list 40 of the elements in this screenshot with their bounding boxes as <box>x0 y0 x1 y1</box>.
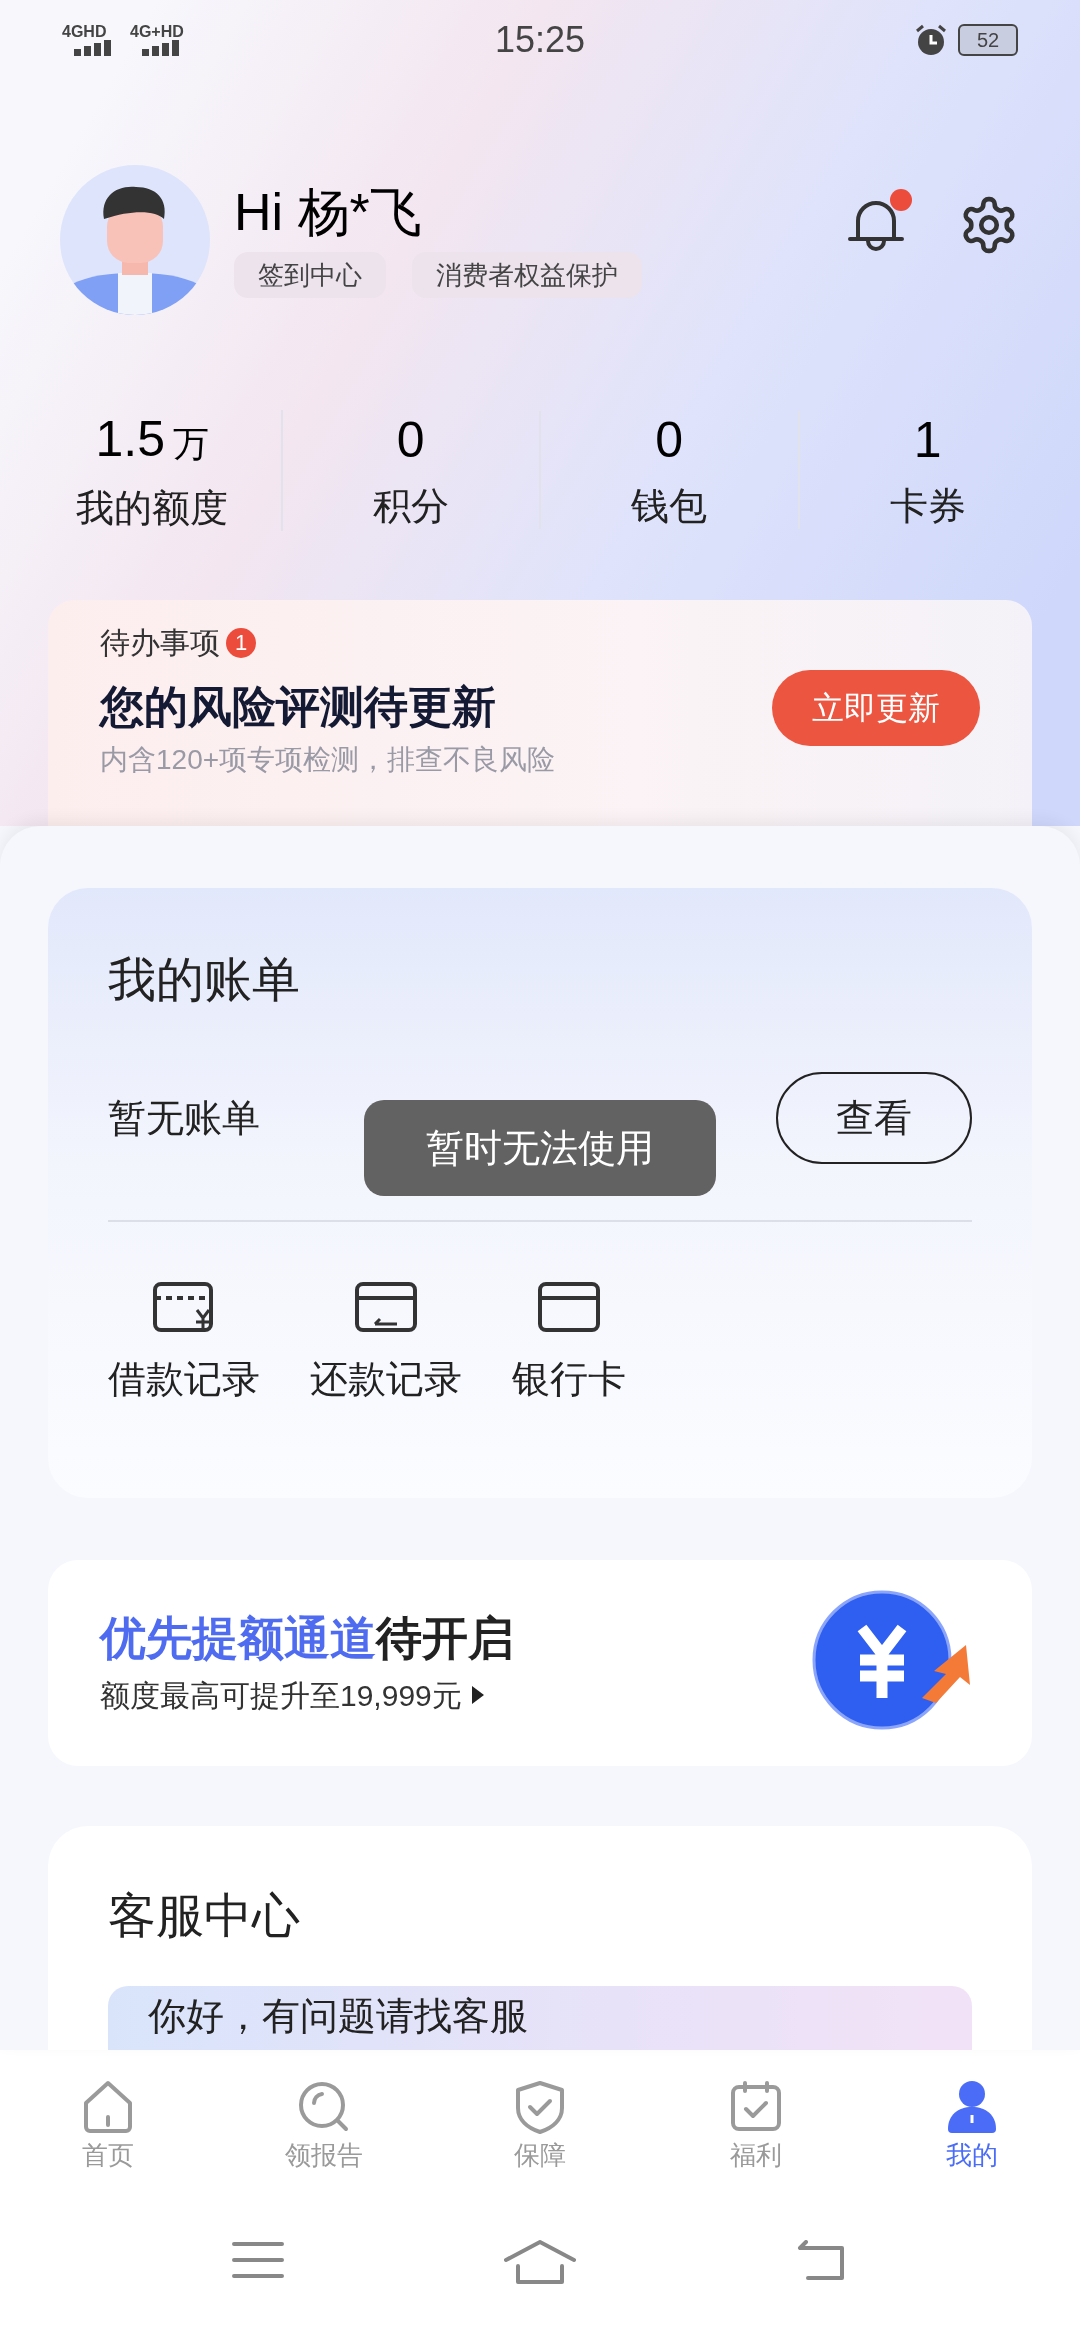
promo-subtitle: 额度最高可提升至19,999元 <box>100 1677 462 1714</box>
battery-indicator: 52 <box>958 24 1018 56</box>
clock-time: 15:25 <box>494 18 586 62</box>
profile-link-chip[interactable]: 消费者权益保护 <box>412 252 642 298</box>
bill-action[interactable]: 还款记录 <box>310 1280 462 1402</box>
profile-link-chip[interactable]: 签到中心 <box>234 252 386 298</box>
nav-tab[interactable]: 我的 <box>864 2079 1080 2171</box>
bill-action[interactable]: 银行卡 <box>512 1280 626 1402</box>
network-label: 4GHD <box>62 24 107 40</box>
stat-label: 我的额度 <box>76 485 229 531</box>
stat-label: 钱包 <box>631 484 708 529</box>
service-banner[interactable]: 你好，有问题请找客服 <box>108 1986 972 2050</box>
stat-value: 1 <box>913 411 942 469</box>
todo-label: 待办事项 <box>100 625 220 661</box>
stat-value: 1.5 <box>95 409 165 468</box>
promo-title-highlight: 优先提额通道 <box>100 1610 376 1666</box>
stat-label: 卡券 <box>889 484 966 529</box>
alarm-icon <box>914 23 948 57</box>
view-button[interactable]: 查看 <box>776 1072 972 1164</box>
todo-subtitle: 内含120+项专项检测，排查不良风险 <box>100 743 557 777</box>
promo-title: 待开启 <box>376 1610 514 1666</box>
bill-title: 我的账单 <box>108 952 301 1008</box>
stat-label: 积分 <box>372 484 449 529</box>
bill-status: 暂无账单 <box>108 1095 260 1141</box>
service-title: 客服中心 <box>108 1888 301 1944</box>
todo-count-badge: 1 <box>226 627 256 658</box>
todo-title: 您的风险评测待更新 <box>100 681 497 733</box>
promo-card[interactable]: 优先提额通道待开启 额度最高可提升至19,999元 <box>48 1560 1032 1766</box>
bill-action[interactable]: 借款记录 <box>108 1280 260 1402</box>
stat-value: 0 <box>396 411 425 469</box>
stat-value: 0 <box>655 411 684 469</box>
toast-message: 暂时无法使用 <box>364 1100 716 1196</box>
home-icon[interactable] <box>504 2240 576 2284</box>
menu-icon[interactable] <box>232 2240 284 2280</box>
user-greeting: Hi 杨*飞 <box>234 182 423 242</box>
caret-icon <box>471 1686 484 1704</box>
network-label: 4G+HD <box>130 24 184 40</box>
update-button[interactable]: 立即更新 <box>772 670 980 746</box>
stat-unit: 万 <box>173 421 209 466</box>
todo-card[interactable]: 待办事项 1 您的风险评测待更新 内含120+项专项检测，排查不良风险 立即更新 <box>48 600 1032 826</box>
